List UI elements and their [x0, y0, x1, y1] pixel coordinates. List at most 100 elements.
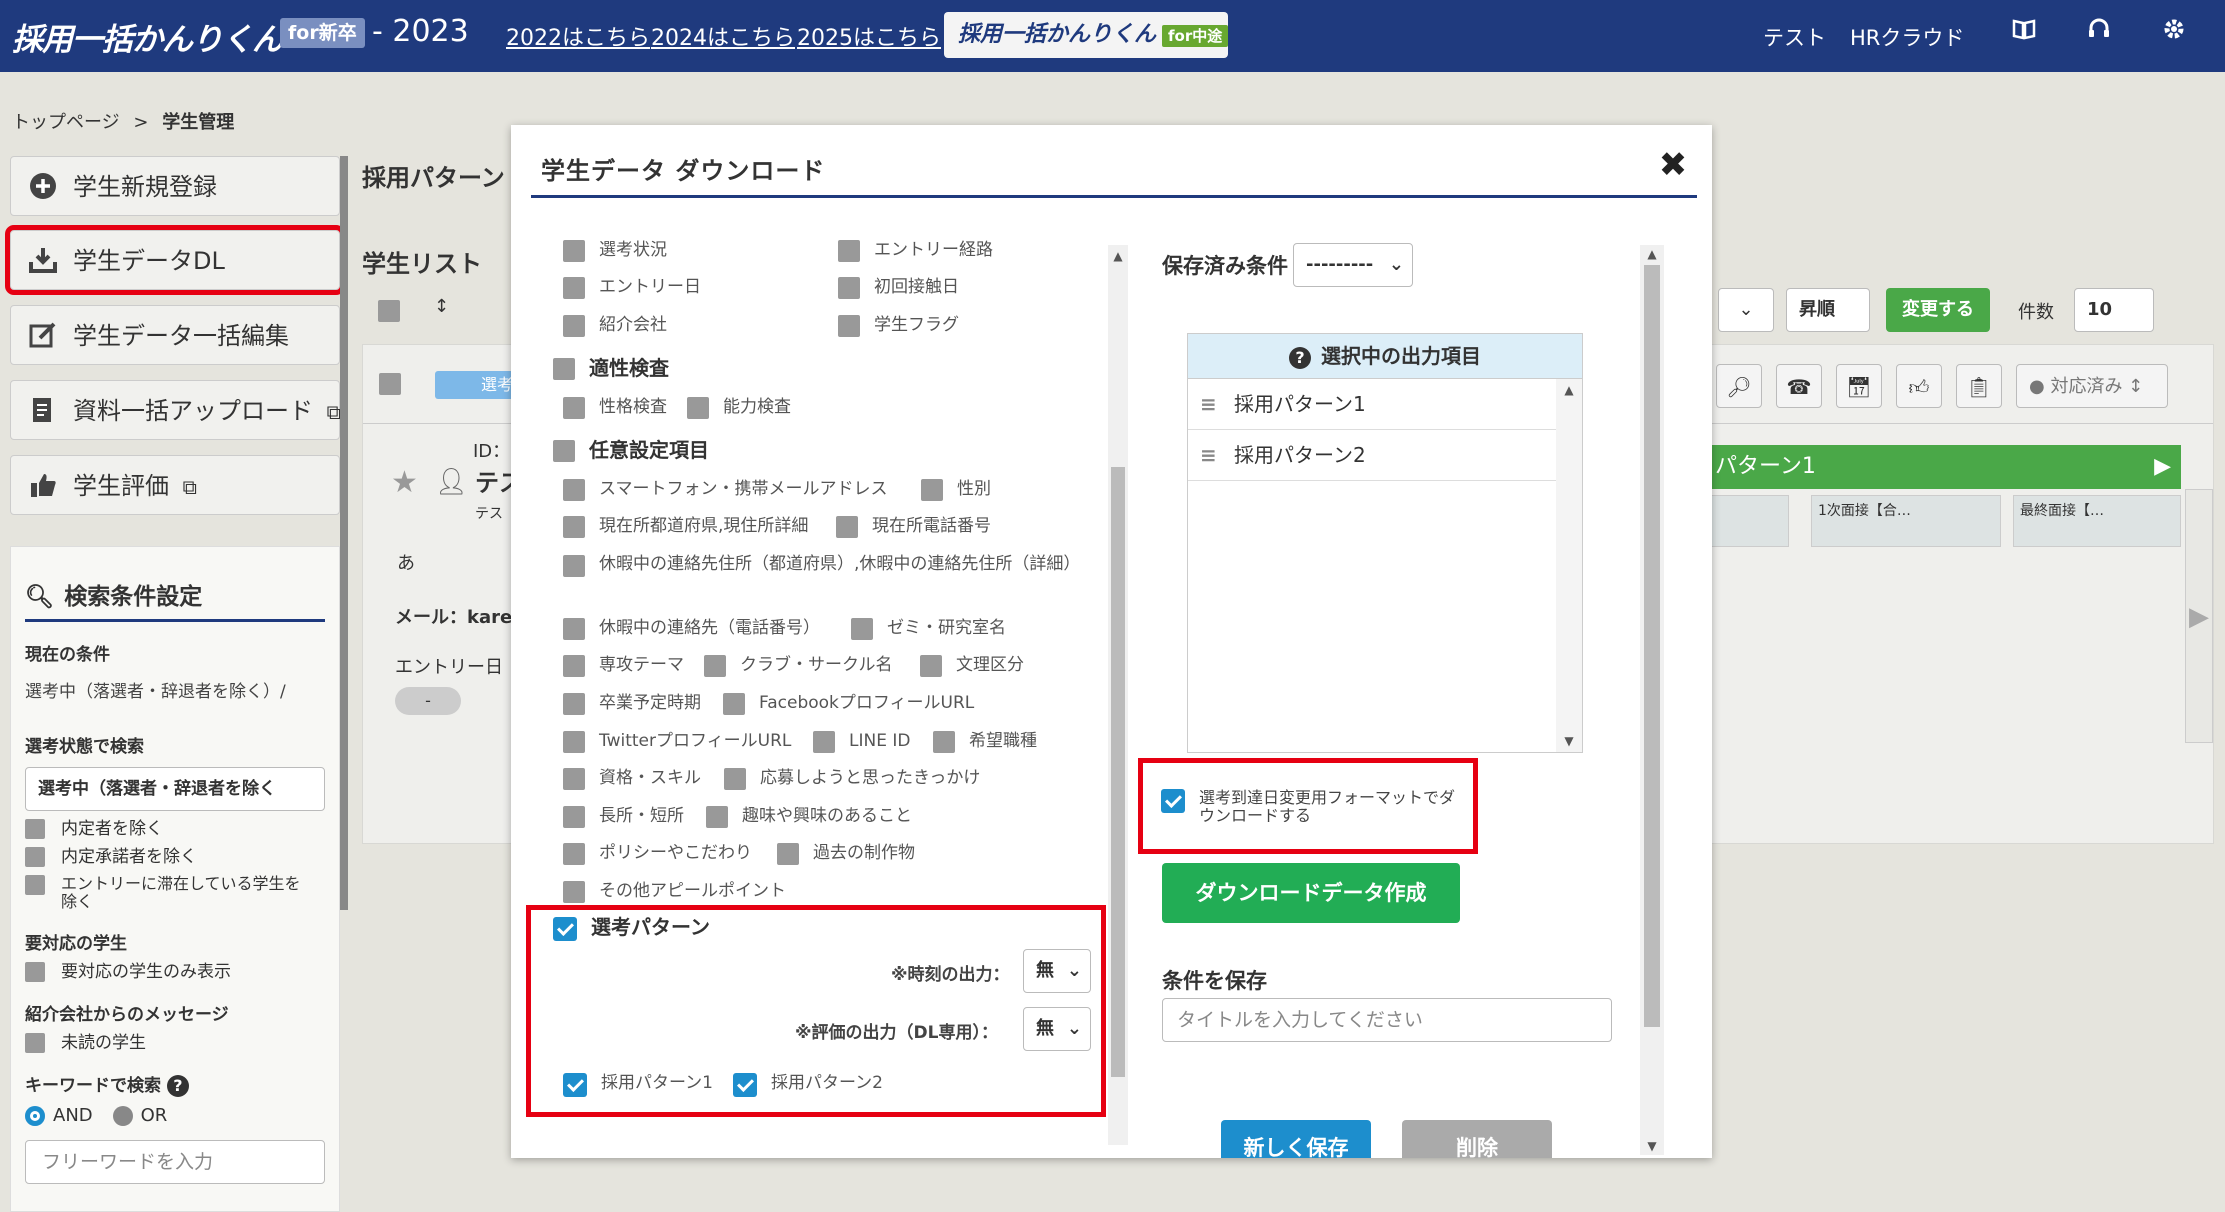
custom-item[interactable]: 文理区分	[920, 655, 1024, 677]
select-all-checkbox[interactable]	[378, 300, 400, 322]
unread-check[interactable]: 未読の学生	[25, 1033, 325, 1053]
format-check[interactable]: 選考到達日変更用フォーマットでダウンロードする	[1161, 789, 1461, 825]
checkbox[interactable]	[563, 693, 585, 715]
new-student-button[interactable]: 学生新規登録	[10, 156, 340, 216]
checkbox[interactable]	[704, 655, 726, 677]
scroll-down-icon[interactable]: ▼	[1642, 1139, 1662, 1153]
custom-item[interactable]: 趣味や興味のあること	[706, 806, 912, 828]
checkbox[interactable]	[25, 1033, 45, 1053]
exclude-offer-check[interactable]: 内定者を除く	[25, 819, 325, 839]
headset-icon[interactable]	[2081, 16, 2117, 52]
item-agency[interactable]: 紹介会社	[563, 315, 667, 337]
custom-item[interactable]: 休暇中の連絡先住所（都道府県）,休暇中の連絡先住所（詳細）	[563, 555, 1080, 577]
checkbox[interactable]	[838, 315, 860, 337]
checkbox[interactable]	[921, 479, 943, 501]
stage-card[interactable]: 最終面接【…	[2013, 495, 2181, 547]
bulk-edit-button[interactable]: 学生データ一括編集	[10, 305, 340, 365]
stage-card[interactable]: 1次面接【合…	[1811, 495, 2001, 547]
mid-career-link[interactable]: 採用一括かんりくん for中途	[944, 12, 1229, 58]
checkbox[interactable]	[563, 881, 585, 903]
service-name[interactable]: HRクラウド	[1850, 22, 1964, 52]
scroll-up-icon[interactable]: ▲	[1642, 247, 1662, 261]
checkbox[interactable]	[25, 819, 45, 839]
needs-action-check[interactable]: 要対応の学生のみ表示	[25, 962, 325, 982]
list-scrollbar[interactable]: ▲ ▼	[1556, 379, 1582, 752]
left-scrollbar[interactable]: ▲	[1108, 245, 1128, 1145]
checkbox[interactable]	[563, 240, 585, 262]
drag-handle-icon[interactable]: ≡	[1200, 379, 1220, 430]
checkbox[interactable]	[724, 768, 746, 790]
new-save-button[interactable]: 新しく保存	[1221, 1120, 1371, 1158]
checkbox[interactable]	[1161, 789, 1185, 813]
help-icon[interactable]: ?	[166, 1075, 189, 1097]
checkbox[interactable]	[723, 693, 745, 715]
app-logo[interactable]: 採用一括かんりくん	[12, 14, 283, 59]
checkbox[interactable]	[813, 731, 835, 753]
checkbox[interactable]	[563, 806, 585, 828]
scroll-down-icon[interactable]: ▼	[1559, 734, 1579, 748]
custom-item[interactable]: 資格・スキル	[563, 768, 701, 790]
play-icon[interactable]: ▶	[2154, 445, 2171, 489]
exclude-entry-stay-check[interactable]: エントリーに滞在している学生を除く	[25, 875, 325, 911]
delete-button[interactable]: 削除	[1402, 1120, 1552, 1158]
checkbox[interactable]	[920, 655, 942, 677]
custom-item[interactable]: 希望職種	[933, 731, 1037, 753]
stage-card[interactable]	[1711, 495, 1789, 547]
checkbox[interactable]	[563, 618, 585, 640]
sort-field-select[interactable]: ⌄	[1718, 288, 1774, 332]
phone-icon[interactable]: ☎	[1776, 364, 1822, 408]
bulk-upload-button[interactable]: 資料一括アップロード ⧉	[10, 380, 341, 440]
checkbox[interactable]	[25, 875, 45, 895]
custom-item[interactable]: スマートフォン・携帯メールアドレス	[563, 479, 888, 501]
exclude-accepted-check[interactable]: 内定承諾者を除く	[25, 847, 325, 867]
item-ability-test[interactable]: 能力検査	[687, 397, 791, 419]
checkbox[interactable]	[933, 731, 955, 753]
student-data-download-button[interactable]: 学生データDL	[5, 225, 345, 295]
close-icon[interactable]: ✖	[1655, 147, 1691, 183]
custom-item[interactable]: 休暇中の連絡先（電話番号）	[563, 618, 820, 640]
year-2024-link[interactable]: 2024はこちら	[651, 20, 795, 52]
custom-item[interactable]: ゼミ・研究室名	[851, 618, 1006, 640]
section-aptitude[interactable]: 適性検査	[553, 358, 669, 380]
checkbox[interactable]	[563, 516, 585, 538]
checkbox[interactable]	[838, 277, 860, 299]
status-select[interactable]: ● 対応済み ↕	[2016, 364, 2168, 408]
custom-item[interactable]: 過去の制作物	[777, 843, 915, 865]
checkbox[interactable]	[563, 731, 585, 753]
custom-item[interactable]: 現在所都道府県,現住所詳細	[563, 516, 808, 538]
custom-item[interactable]: 応募しようと思ったきっかけ	[724, 768, 980, 790]
checkbox[interactable]	[563, 479, 585, 501]
search-doc-icon[interactable]: 🔎︎	[1716, 364, 1762, 408]
custom-item[interactable]: TwitterプロフィールURL	[563, 731, 791, 753]
change-button[interactable]: 変更する	[1886, 288, 1990, 332]
custom-item[interactable]: ポリシーやこだわり	[563, 843, 752, 865]
row-checkbox[interactable]	[379, 373, 401, 395]
checkbox[interactable]	[563, 315, 585, 337]
right-scrollbar[interactable]: ▲ ▼	[1640, 245, 1664, 1155]
section-custom[interactable]: 任意設定項目	[553, 440, 709, 462]
selected-output-item[interactable]: ≡ 採用パターン1	[1188, 379, 1556, 430]
checkbox[interactable]	[25, 962, 45, 982]
custom-item[interactable]: 性別	[921, 479, 991, 501]
and-radio[interactable]	[25, 1105, 45, 1126]
checkbox[interactable]	[563, 555, 585, 577]
checkbox[interactable]	[563, 277, 585, 299]
custom-item[interactable]: 長所・短所	[563, 806, 684, 828]
item-entry-route[interactable]: エントリー経路	[838, 240, 993, 262]
sort-order-select[interactable]: 昇順	[1786, 288, 1870, 332]
item-personality-test[interactable]: 性格検査	[563, 397, 667, 419]
custom-item[interactable]: FacebookプロフィールURL	[723, 693, 974, 715]
book-icon[interactable]	[2006, 16, 2042, 52]
item-selection-status[interactable]: 選考状況	[563, 240, 667, 262]
sidebar-scrollbar[interactable]	[340, 156, 348, 910]
status-select[interactable]: 選考中（落選者・辞退者を除く	[25, 767, 325, 811]
calendar-icon[interactable]: 📅︎	[1836, 364, 1882, 408]
create-download-button[interactable]: ダウンロードデータ作成	[1162, 863, 1460, 923]
gear-icon[interactable]	[2156, 16, 2192, 52]
year-2022-link[interactable]: 2022はこちら	[506, 20, 650, 52]
next-arrow-icon[interactable]: ▶	[2185, 489, 2213, 743]
checkbox[interactable]	[553, 440, 575, 462]
custom-item[interactable]: 専攻テーマ	[563, 655, 684, 677]
checkbox[interactable]	[836, 516, 858, 538]
star-icon[interactable]: ★	[391, 465, 418, 500]
